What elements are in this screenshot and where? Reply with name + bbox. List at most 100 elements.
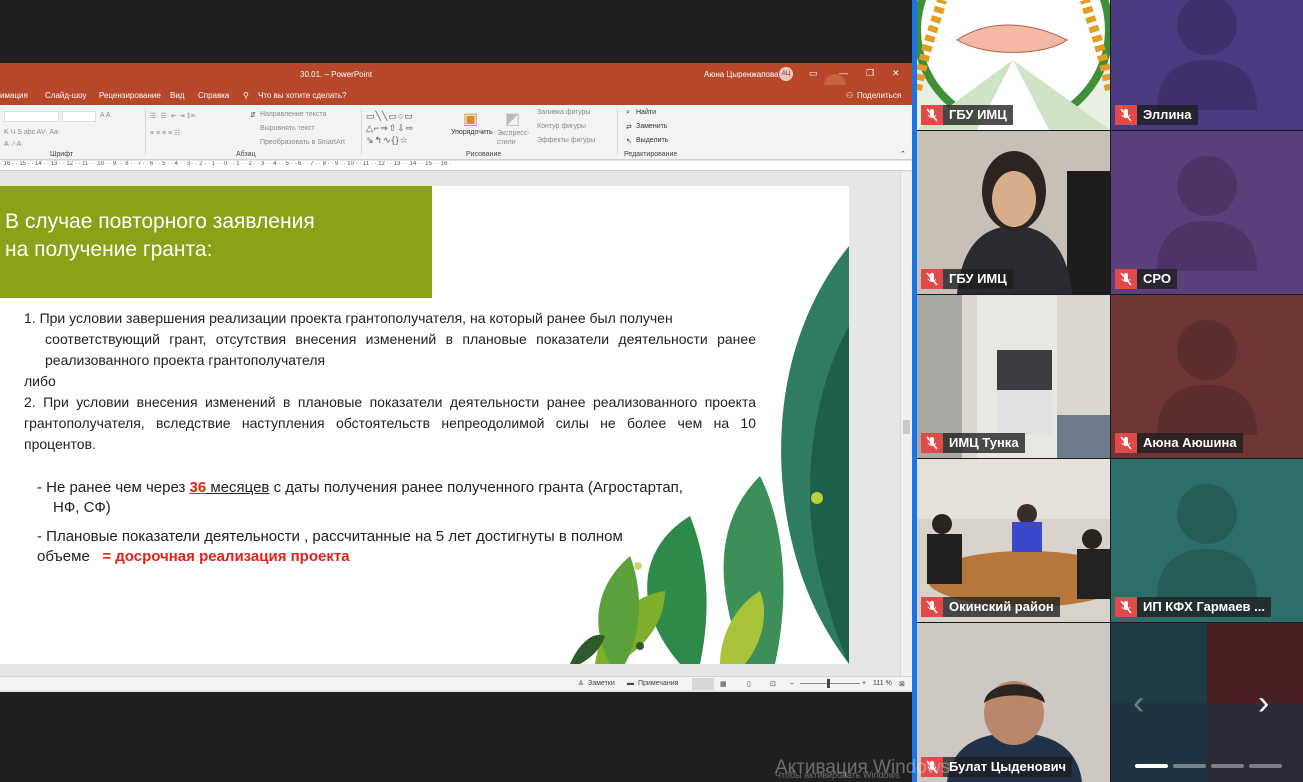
tab-review[interactable]: Рецензирование — [99, 91, 161, 100]
participant-tile[interactable]: Эллина — [1111, 0, 1303, 130]
minimize-icon[interactable]: — — [839, 68, 848, 78]
zoom-out-icon[interactable]: – — [790, 680, 794, 687]
zoom-in-icon[interactable]: + — [862, 680, 866, 687]
zoom-slider[interactable] — [800, 683, 860, 684]
tab-help[interactable]: Справка — [198, 91, 229, 100]
participant-tile[interactable]: Окинский район — [917, 459, 1110, 622]
page-indicator[interactable] — [1173, 764, 1206, 768]
or-text: либо — [24, 373, 56, 389]
bullet-2: - Плановые показатели деятельности , рас… — [37, 528, 623, 565]
quick-styles-button[interactable]: Экспресс-стили — [497, 129, 537, 147]
ribbon: A A K Ч S abc AV· Aa· A· ⁄·A· Шрифт ☰· ☰… — [0, 105, 912, 160]
shape-effects-button[interactable]: Эффекты фигуры — [537, 137, 595, 144]
next-page-icon[interactable]: › — [1258, 684, 1269, 723]
share-button[interactable]: Поделиться — [857, 91, 901, 100]
windows-activation-hint: Чтобы активировать Windows — [775, 770, 900, 780]
participant-name-bar: Окинский район — [921, 597, 1060, 617]
ribbon-tabs: имация Слайд-шоу Рецензирование Вид Спра… — [0, 85, 912, 105]
participant-tile[interactable]: ГБУ ИМЦ — [917, 0, 1110, 130]
participant-name-bar: ГБУ ИМЦ — [921, 105, 1013, 125]
ribbon-display-icon[interactable]: ▭ — [809, 68, 818, 79]
font-size-select[interactable] — [62, 111, 96, 122]
font-color-buttons[interactable]: A· ⁄·A· — [4, 141, 23, 148]
group-drawing-label: Рисование — [466, 151, 502, 158]
participant-name-bar: ГБУ ИМЦ — [921, 269, 1013, 289]
previous-page-icon[interactable]: ‹ — [1133, 684, 1144, 723]
zoom-slider-thumb[interactable] — [827, 679, 830, 688]
participant-tile[interactable]: Аюна Аюшина — [1111, 295, 1303, 458]
participant-tile[interactable]: ГБУ ИМЦ — [917, 131, 1110, 294]
muted-mic-icon — [921, 105, 943, 125]
participant-tile[interactable]: ИМЦ Тунка — [917, 295, 1110, 458]
select-button[interactable]: Выделить — [636, 137, 668, 144]
avatar[interactable]: АЦ — [779, 67, 793, 81]
restore-icon[interactable]: ❐ — [866, 68, 874, 79]
group-paragraph-label: Абзац — [236, 151, 256, 158]
smartart-button[interactable]: Преобразовать в SmartArt — [260, 139, 345, 146]
align-buttons[interactable]: ≡ ≡ ≡ ≡ ☷· — [150, 129, 183, 137]
find-button[interactable]: Найти — [636, 109, 656, 116]
window-title: 30.01. – PowerPoint — [300, 70, 373, 79]
participant-tile[interactable]: СРО — [1111, 131, 1303, 294]
slide[interactable]: В случае повторного заявления на получен… — [0, 186, 849, 664]
close-icon[interactable]: ✕ — [892, 68, 900, 79]
screen: 30.01. – PowerPoint Аюна Цыренжапова АЦ … — [0, 0, 1303, 782]
item-1-line1: 1. При условии завершения реализации про… — [24, 310, 673, 326]
text-direction-icon: ⇵ — [250, 112, 256, 119]
font-size-buttons[interactable]: A A — [100, 112, 111, 119]
participant-tile[interactable]: ИП КФХ Гармаев ... — [1111, 459, 1303, 622]
slide-title: В случае повторного заявления на получен… — [5, 210, 315, 261]
arrange-button[interactable]: Упорядочить — [451, 129, 493, 136]
vertical-scrollbar[interactable] — [900, 172, 912, 676]
slideshow-icon[interactable]: ⊡ — [770, 680, 776, 688]
shapes-gallery[interactable]: ▭╲╲▭○▭ △⌐⇒⇧⇩⇨ ⇘↰∿{}☆ — [366, 110, 448, 148]
muted-mic-icon — [1115, 433, 1137, 453]
muted-mic-icon — [921, 433, 943, 453]
page-indicator[interactable] — [1249, 764, 1282, 768]
shape-fill-button[interactable]: Заливка фигуры — [537, 109, 590, 116]
muted-mic-icon — [1115, 597, 1137, 617]
title-bar: 30.01. – PowerPoint Аюна Цыренжапова АЦ … — [0, 63, 912, 85]
muted-mic-icon — [921, 269, 943, 289]
zoom-level[interactable]: 111 % — [873, 680, 892, 687]
font-format-buttons[interactable]: K Ч S abc AV· Aa· — [4, 129, 60, 136]
bullet-1: - Не ранее чем через 36 месяцев с даты п… — [37, 479, 683, 516]
item-2: 2. При условии внесения изменений в план… — [24, 394, 756, 452]
font-family-select[interactable] — [4, 111, 59, 122]
comments-button[interactable]: Примечания — [638, 680, 678, 687]
participant-name-bar: ИМЦ Тунка — [921, 433, 1025, 453]
page-indicator[interactable] — [1211, 764, 1244, 768]
lightbulb-icon: ⚲ — [243, 91, 249, 100]
replace-button[interactable]: Заменить — [636, 123, 667, 130]
page-indicator-active[interactable] — [1135, 764, 1168, 768]
slide-canvas: В случае повторного заявления на получен… — [0, 172, 900, 676]
tab-slideshow[interactable]: Слайд-шоу — [45, 91, 86, 100]
group-font-label: Шрифт — [50, 151, 74, 158]
select-icon: ↖ — [626, 138, 632, 145]
reading-view-icon[interactable]: ▯ — [747, 680, 751, 688]
tell-me-input[interactable]: Что вы хотите сделать? — [258, 91, 346, 100]
item-1-line2: соответствующий грант, отсутствия внесен… — [45, 331, 756, 368]
share-icon[interactable]: ⚇ — [846, 91, 853, 100]
tab-view[interactable]: Вид — [170, 91, 184, 100]
collapse-ribbon-icon[interactable]: ⌃ — [900, 150, 906, 158]
slide-sorter-icon[interactable]: ▦ — [720, 680, 727, 688]
list-buttons[interactable]: ☰· ☰· ⇤ ⇥ ‡≡· — [150, 112, 197, 120]
normal-view-button[interactable] — [692, 678, 714, 690]
fit-slide-icon[interactable]: ⊠ — [899, 680, 905, 688]
find-icon: ⌕ — [626, 109, 630, 116]
comments-icon: ▬ — [627, 680, 634, 687]
user-name[interactable]: Аюна Цыренжапова — [704, 70, 779, 79]
text-direction-button[interactable]: Направление текста — [260, 111, 326, 118]
shape-outline-button[interactable]: Контур фигуры — [537, 123, 586, 130]
participant-name-bar: ИП КФХ Гармаев ... — [1115, 597, 1271, 617]
tab-animation[interactable]: имация — [0, 91, 28, 100]
avatar-silhouette — [1157, 0, 1257, 110]
avatar-silhouette — [1157, 156, 1257, 271]
arrange-icon: ▣ — [463, 111, 479, 128]
participant-name-bar: Эллина — [1115, 105, 1198, 125]
slide-body: 1. При условии завершения реализации про… — [24, 308, 756, 455]
align-text-button[interactable]: Выровнять текст — [260, 125, 315, 132]
notes-button[interactable]: Заметки — [588, 680, 615, 687]
muted-mic-icon — [1115, 269, 1137, 289]
